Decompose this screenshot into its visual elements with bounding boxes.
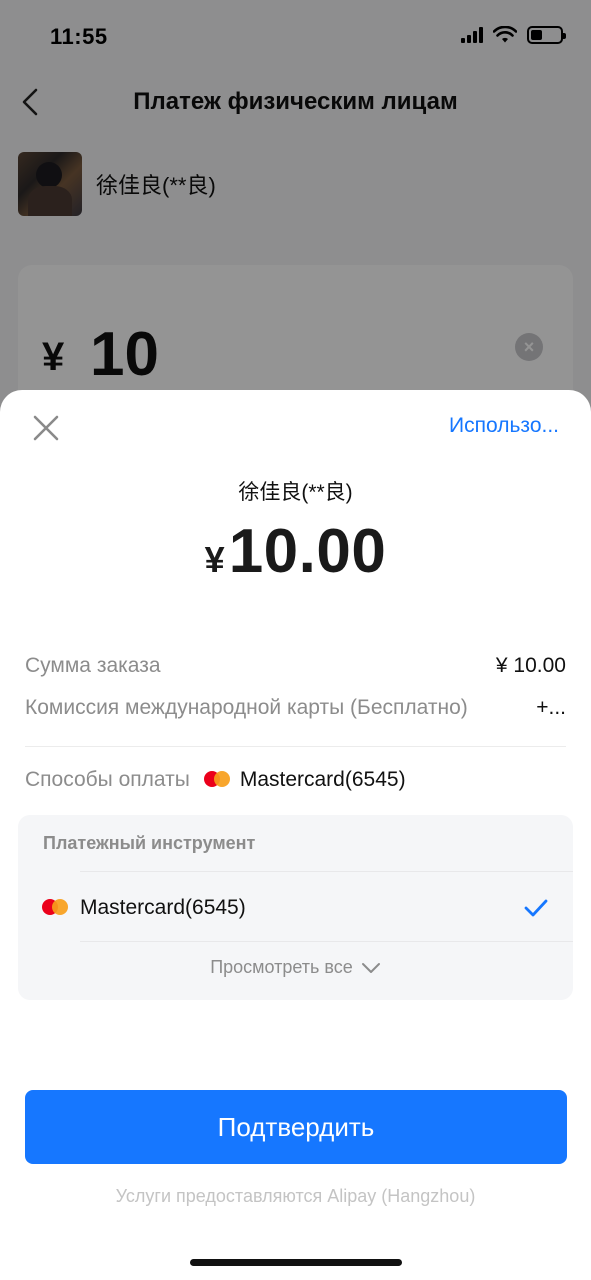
checkmark-icon: [524, 899, 548, 917]
provider-note: Услуги предоставляются Alipay (Hangzhou): [115, 1186, 476, 1206]
close-icon[interactable]: [30, 412, 62, 444]
payment-instrument-panel: Платежный инструмент Mastercard(6545) Пр…: [18, 815, 573, 1000]
sheet-amount-value: 10.00: [228, 517, 387, 586]
payment-sheet: Использо... 徐佳良(**良) ¥ 10.00 Сумма заказ…: [0, 390, 591, 1280]
view-all-button[interactable]: Просмотреть все: [18, 957, 573, 978]
payment-method-value: Mastercard(6545): [239, 768, 406, 791]
confirm-button[interactable]: Подтвердить: [25, 1090, 567, 1164]
card-fee-label: Комиссия международной карты (Бесплатно): [25, 696, 468, 719]
sheet-amount-currency: ¥: [204, 539, 225, 580]
mastercard-icon: [203, 771, 230, 789]
sheet-amount: ¥ 10.00: [0, 516, 591, 587]
mastercard-icon: [42, 899, 68, 917]
sheet-payee-name: 徐佳良(**良): [238, 481, 353, 504]
card-fee-value: +...: [536, 696, 566, 719]
divider: [80, 871, 573, 872]
instrument-option-mastercard[interactable]: Mastercard(6545): [42, 877, 549, 939]
payment-method-row: Способы оплаты Mastercard(6545): [25, 768, 406, 792]
order-amount-value: ¥ 10.00: [495, 654, 566, 677]
view-all-label: Просмотреть все: [210, 957, 353, 977]
instrument-title: Платежный инструмент: [43, 833, 256, 853]
instrument-option-label: Mastercard(6545): [80, 896, 246, 919]
divider: [25, 746, 566, 747]
payment-method-label: Способы оплаты: [25, 768, 190, 791]
order-amount-label: Сумма заказа: [25, 654, 161, 677]
use-link[interactable]: Использо...: [449, 414, 559, 438]
order-amount-row: Сумма заказа ¥ 10.00: [25, 654, 566, 678]
divider: [80, 941, 573, 942]
home-indicator[interactable]: [190, 1259, 402, 1266]
chevron-down-icon: [361, 962, 380, 973]
card-fee-row: Комиссия международной карты (Бесплатно)…: [25, 696, 566, 720]
